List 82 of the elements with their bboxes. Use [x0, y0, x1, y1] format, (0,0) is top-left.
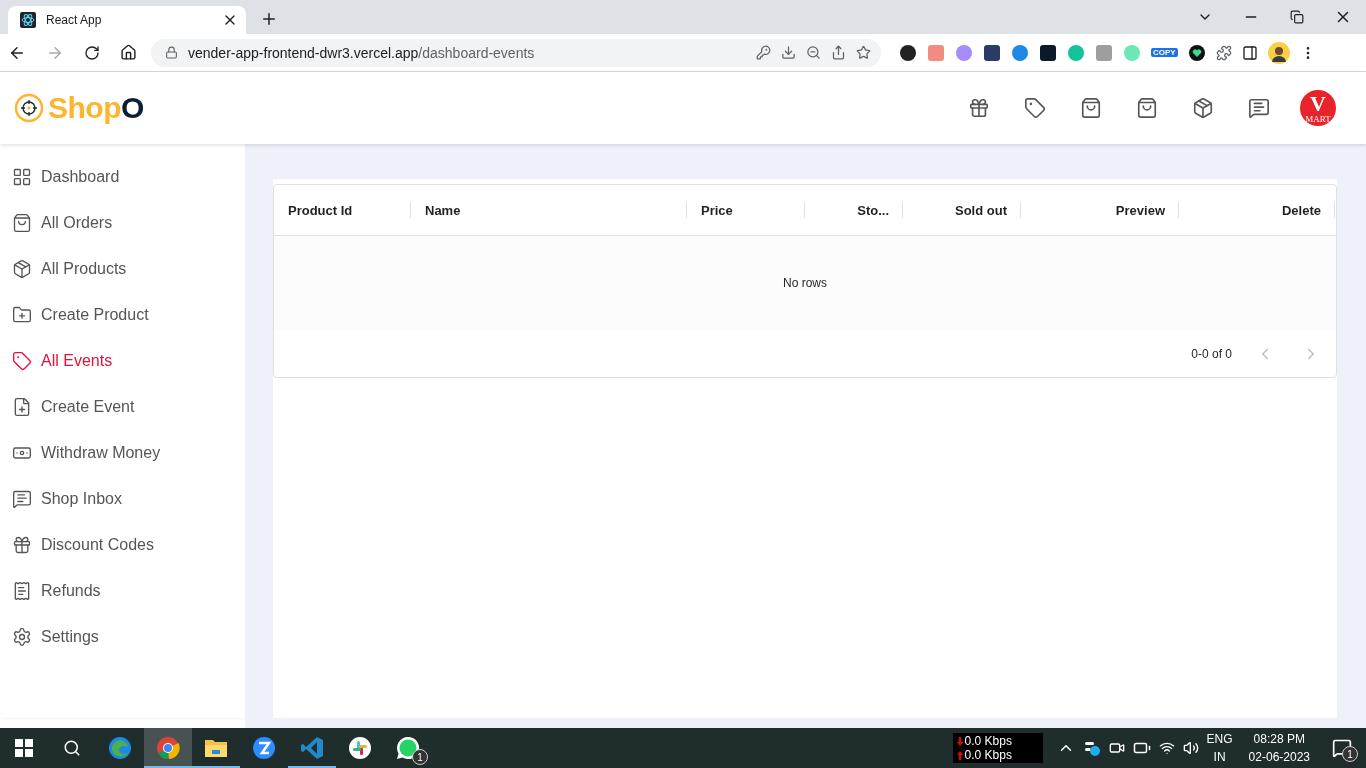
notification-count: 1	[1342, 746, 1358, 762]
sidebar-item[interactable]: Withdraw Money	[0, 430, 245, 476]
language-indicator[interactable]: ENG IN	[1206, 730, 1233, 766]
shopping-bag-icon[interactable]	[1080, 97, 1102, 119]
logo-icon	[14, 93, 44, 123]
pagination-range: 0-0 of 0	[1191, 347, 1232, 361]
share-icon[interactable]	[831, 45, 846, 60]
sidebar-item[interactable]: Dashboard	[0, 154, 245, 200]
column-header[interactable]: Preview	[1021, 185, 1179, 235]
volume-icon[interactable]	[1182, 740, 1199, 756]
shopping-bag-icon[interactable]	[1136, 97, 1158, 119]
shop-avatar[interactable]: V MART	[1300, 90, 1336, 126]
chrome-icon	[156, 736, 180, 760]
puzzle-icon[interactable]	[1215, 44, 1232, 61]
slack-tray-icon[interactable]	[1082, 739, 1101, 757]
taskbar-app[interactable]: 1	[384, 728, 432, 768]
sidebar-item[interactable]: All Events	[0, 338, 245, 384]
browser-tab[interactable]: React App	[8, 6, 246, 34]
package-icon	[12, 259, 32, 279]
sidebar-item[interactable]: Shop Inbox	[0, 476, 245, 522]
new-tab-icon[interactable]	[260, 10, 278, 28]
message-icon	[12, 489, 32, 509]
network-speed: 0.0 Kbps	[964, 748, 1012, 762]
settings-icon	[12, 627, 32, 647]
tag-icon[interactable]	[1024, 97, 1046, 119]
network-speed: 0.0 Kbps	[964, 734, 1012, 748]
column-header[interactable]: Product Id	[274, 185, 411, 235]
notification-badge: 1	[412, 749, 428, 765]
sidebar-item[interactable]: Refunds	[0, 568, 245, 614]
sidebar-item[interactable]: All Orders	[0, 200, 245, 246]
extension-icon[interactable]	[1039, 43, 1057, 62]
home-icon[interactable]	[120, 44, 137, 61]
sidebar-item[interactable]: Discount Codes	[0, 522, 245, 568]
sidebar-item[interactable]: All Products	[0, 246, 245, 292]
url-text: vender-app-frontend-dwr3.vercel.app/dashboard-events	[188, 44, 536, 61]
up-arrow-icon	[956, 750, 963, 760]
notification-icon[interactable]	[1332, 738, 1352, 758]
address-bar[interactable]: vender-app-frontend-dwr3.vercel.app/dashboard-events	[151, 38, 881, 67]
empty-message: No rows	[783, 276, 827, 290]
install-icon[interactable]	[781, 45, 796, 60]
edge-icon	[108, 736, 132, 760]
zoom-icon	[252, 736, 276, 760]
tab-title: React App	[46, 13, 103, 27]
camera-icon[interactable]	[1108, 740, 1125, 756]
file-plus-icon	[12, 397, 32, 417]
zoom-out-icon[interactable]	[806, 45, 821, 60]
lock-icon	[165, 46, 178, 59]
folder-plus-icon	[12, 305, 32, 325]
gift-icon	[12, 535, 32, 555]
slack-icon	[348, 736, 372, 760]
receipt-icon	[12, 581, 32, 601]
chat-app-icon	[396, 736, 420, 760]
copy-extension[interactable]: COPY	[1151, 48, 1178, 57]
gift-icon[interactable]	[968, 97, 990, 119]
extension-icon[interactable]	[899, 43, 917, 62]
shopping-bag-icon	[12, 213, 32, 233]
wifi-icon[interactable]	[1158, 740, 1175, 756]
windows-icon	[15, 739, 33, 757]
column-header[interactable]: Price	[687, 185, 805, 235]
tag-icon	[12, 351, 32, 371]
package-icon[interactable]	[1192, 97, 1214, 119]
side-panel-icon[interactable]	[1241, 44, 1258, 61]
sidebar-item[interactable]: Create Event	[0, 384, 245, 430]
extension-icon[interactable]	[983, 43, 1001, 62]
reload-icon[interactable]	[84, 44, 100, 61]
column-header[interactable]: Sold out	[903, 185, 1021, 235]
column-header[interactable]: Sto...	[805, 185, 903, 235]
key-icon[interactable]	[756, 45, 771, 60]
column-header[interactable]: Name	[411, 185, 687, 235]
grid-icon	[12, 167, 32, 187]
column-header[interactable]: Delete	[1179, 185, 1335, 235]
clock[interactable]: 08:28 PM 02-06-2023	[1248, 730, 1310, 766]
sidebar-item[interactable]: Create Product	[0, 292, 245, 338]
profile-avatar[interactable]	[1267, 41, 1290, 64]
down-arrow-icon	[956, 736, 963, 746]
atom-icon	[20, 12, 36, 28]
code-editor-icon	[300, 736, 324, 760]
logo-text[interactable]: ShopO	[48, 91, 144, 125]
sidebar-item[interactable]: Settings	[0, 614, 245, 660]
star-icon[interactable]	[856, 45, 871, 60]
folder-icon	[204, 737, 228, 759]
message-icon[interactable]	[1248, 97, 1270, 119]
